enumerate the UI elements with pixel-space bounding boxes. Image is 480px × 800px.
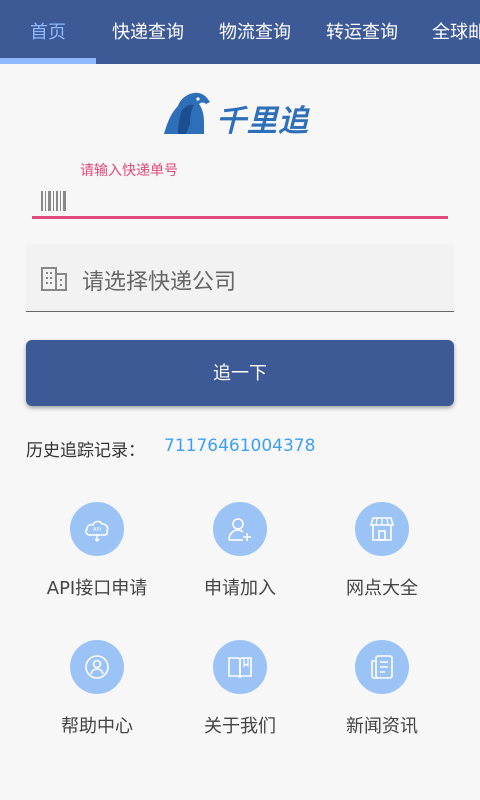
tracking-number-field[interactable] <box>32 185 448 219</box>
add-user-icon <box>228 518 251 541</box>
tab-indicator <box>0 58 96 64</box>
grid-item-api-apply[interactable]: API API接口申请 <box>17 502 177 602</box>
grid-item-about-us[interactable]: 关于我们 <box>160 640 320 740</box>
tracking-label: 请输入快递单号 <box>80 163 178 179</box>
grid-label: 帮助中心 <box>61 716 133 737</box>
tab-global-mail[interactable]: 全球邮 <box>432 0 480 64</box>
grid-label: 新闻资讯 <box>346 716 418 737</box>
tab-logistics-query[interactable]: 物流查询 <box>219 0 291 64</box>
tab-transship-query[interactable]: 转运查询 <box>326 0 398 64</box>
book-icon <box>228 657 252 679</box>
app-logo: 千里追 <box>160 90 330 140</box>
help-person-icon <box>85 655 109 679</box>
grid-item-join-apply[interactable]: 申请加入 <box>160 502 320 602</box>
grid-label: 网点大全 <box>346 578 418 599</box>
grid-label: 申请加入 <box>204 578 276 599</box>
cloud-api-icon: API <box>85 520 109 542</box>
tab-express-query[interactable]: 快递查询 <box>112 0 184 64</box>
news-icon <box>371 655 393 679</box>
top-tab-bar: 首页 快递查询 物流查询 转运查询 全球邮 <box>0 0 480 64</box>
horse-logo-icon <box>164 92 210 134</box>
store-icon <box>369 517 395 541</box>
courier-company-selector[interactable]: 请选择快递公司 <box>26 244 454 312</box>
logo-text: 千里追 <box>216 104 309 139</box>
track-button[interactable]: 追一下 <box>26 340 454 406</box>
grid-item-branch-directory[interactable]: 网点大全 <box>302 502 462 602</box>
grid-item-news[interactable]: 新闻资讯 <box>302 640 462 740</box>
tab-home[interactable]: 首页 <box>30 0 66 64</box>
history-tracking-number-link[interactable]: 71176461004378 <box>164 436 315 456</box>
courier-company-placeholder: 请选择快递公司 <box>82 270 237 295</box>
svg-text:API: API <box>93 527 101 533</box>
barcode-scan-icon[interactable] <box>40 190 68 212</box>
grid-label: API接口申请 <box>46 578 148 599</box>
building-icon <box>41 267 67 291</box>
grid-item-help-center[interactable]: 帮助中心 <box>17 640 177 740</box>
tracking-number-input[interactable] <box>78 185 438 215</box>
history-label: 历史追踪记录： <box>26 441 145 461</box>
grid-label: 关于我们 <box>204 716 276 737</box>
